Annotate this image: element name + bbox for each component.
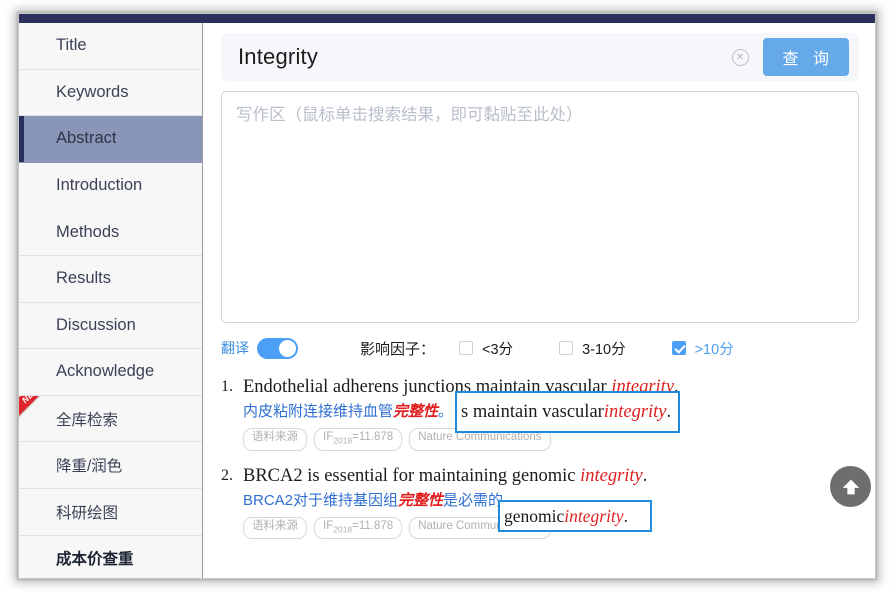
sidebar-item-label: Introduction <box>56 176 143 195</box>
sidebar-item-methods[interactable]: Methods <box>19 209 202 256</box>
tag-if-year: 2018 <box>333 524 353 535</box>
sidebar-item-results[interactable]: Results <box>19 256 202 303</box>
sidebar-item-label: Title <box>56 36 87 55</box>
sidebar-item-label: Results <box>56 269 112 288</box>
checkbox-if-3-to-10[interactable]: 3-10分 <box>559 338 626 359</box>
writing-area-textarea[interactable]: 写作区（鼠标单击搜索结果，即可黏贴至此处） <box>221 91 859 323</box>
sidebar-item-full-library-search[interactable]: NEW 全库检索 <box>19 395 202 443</box>
result-number: 1. <box>221 378 233 395</box>
main-content: Integrity ✕ 查 询 写作区（鼠标单击搜索结果，即可黏贴至此处） 翻译… <box>203 23 875 578</box>
close-circle-icon[interactable]: ✕ <box>731 48 749 66</box>
checkbox-box[interactable] <box>671 341 686 355</box>
filter-row: 翻译 影响因子： <3分 3-10分 >10分 <box>221 336 859 360</box>
sidebar-item-label: Keywords <box>56 82 129 101</box>
annotation-highlight: integrity <box>603 401 667 422</box>
sentence-text: 内皮粘附连接维持血管 <box>243 403 394 421</box>
checkbox-box[interactable] <box>459 341 474 355</box>
keyword-highlight: 完整性 <box>393 403 439 421</box>
sentence-text: BRCA2对于维持基因组 <box>243 491 399 509</box>
annotation-text: s maintain vascular <box>461 401 604 422</box>
annotation-text: genomic <box>504 505 565 526</box>
sidebar-item-cost-price-check[interactable]: 成本价查重 <box>19 536 202 578</box>
search-input[interactable]: Integrity <box>238 44 732 70</box>
sidebar-item-research-illustration[interactable]: 科研绘图 <box>19 489 202 536</box>
sidebar-item-label: Acknowledge <box>56 362 155 381</box>
sidebar-item-label: 全库检索 <box>56 411 119 429</box>
annotation-highlight: integrity <box>564 505 624 526</box>
sidebar: Title Keywords Abstract Introduction Met… <box>19 23 203 578</box>
sentence-tail: 。 <box>438 403 454 421</box>
checkbox-if-under-3[interactable]: <3分 <box>459 338 513 359</box>
sidebar-item-label: 成本价查重 <box>56 551 134 569</box>
search-bar: Integrity ✕ 查 询 <box>221 33 859 81</box>
sidebar-item-label: Methods <box>56 222 120 241</box>
result-sentence-en[interactable]: BRCA2 is essential for maintaining genom… <box>243 465 859 488</box>
annotation-tail: . <box>623 505 628 526</box>
keyword-highlight: 完整性 <box>398 491 444 509</box>
translate-toggle[interactable] <box>257 337 298 359</box>
result-number: 2. <box>221 466 233 484</box>
checkbox-if-over-10[interactable]: >10分 <box>671 338 734 359</box>
tag-if-year: 2018 <box>333 435 353 446</box>
window-body: Title Keywords Abstract Introduction Met… <box>19 23 875 578</box>
annotation-box-1: s maintain vascular integrity. <box>455 391 680 433</box>
impact-factor-label: 影响因子： <box>360 340 436 358</box>
tag-if-text: IF <box>323 431 334 444</box>
tag-impact-factor: IF2018=11.878 <box>314 428 403 451</box>
sentence-tail: . <box>642 465 648 486</box>
tag-if-value: =11.878 <box>352 431 394 444</box>
sidebar-item-discussion[interactable]: Discussion <box>19 303 202 350</box>
annotation-box-2: genomic integrity. <box>498 500 652 532</box>
new-badge-ribbon: NEW <box>19 395 59 422</box>
annotation-tail: . <box>666 401 672 422</box>
tag-source: 语料来源 <box>243 517 307 540</box>
sidebar-item-keywords[interactable]: Keywords <box>19 70 202 117</box>
sidebar-item-rewrite-polish[interactable]: 降重/润色 <box>19 442 202 489</box>
translate-label: 翻译 <box>221 340 249 356</box>
sidebar-item-label: 降重/润色 <box>56 458 123 476</box>
arrow-up-icon <box>842 479 859 494</box>
checkbox-box[interactable] <box>559 341 574 355</box>
sentence-text: BRCA2 is essential for maintaining genom… <box>243 465 581 486</box>
tag-if-value: =11.878 <box>352 520 394 533</box>
sidebar-item-label: Discussion <box>56 315 136 334</box>
sidebar-item-label: Abstract <box>56 129 117 148</box>
window-titlebar <box>19 14 875 23</box>
sidebar-item-label: 科研绘图 <box>56 504 119 522</box>
tag-impact-factor: IF2018=11.878 <box>314 517 403 540</box>
checkbox-label: 3-10分 <box>582 341 626 358</box>
toggle-knob <box>279 339 296 357</box>
checkbox-label: >10分 <box>694 341 734 358</box>
checkbox-label: <3分 <box>482 341 514 358</box>
query-button[interactable]: 查 询 <box>762 38 849 76</box>
app-window: Title Keywords Abstract Introduction Met… <box>18 13 876 579</box>
tag-source: 语料来源 <box>243 428 307 451</box>
sidebar-item-abstract[interactable]: Abstract <box>19 116 202 163</box>
sidebar-item-title[interactable]: Title <box>19 23 202 70</box>
sidebar-item-introduction[interactable]: Introduction <box>19 163 202 210</box>
back-to-top-button[interactable] <box>830 466 871 507</box>
sidebar-item-acknowledge[interactable]: Acknowledge <box>19 349 202 396</box>
tag-if-text: IF <box>323 520 334 533</box>
keyword-highlight: integrity <box>580 465 643 486</box>
